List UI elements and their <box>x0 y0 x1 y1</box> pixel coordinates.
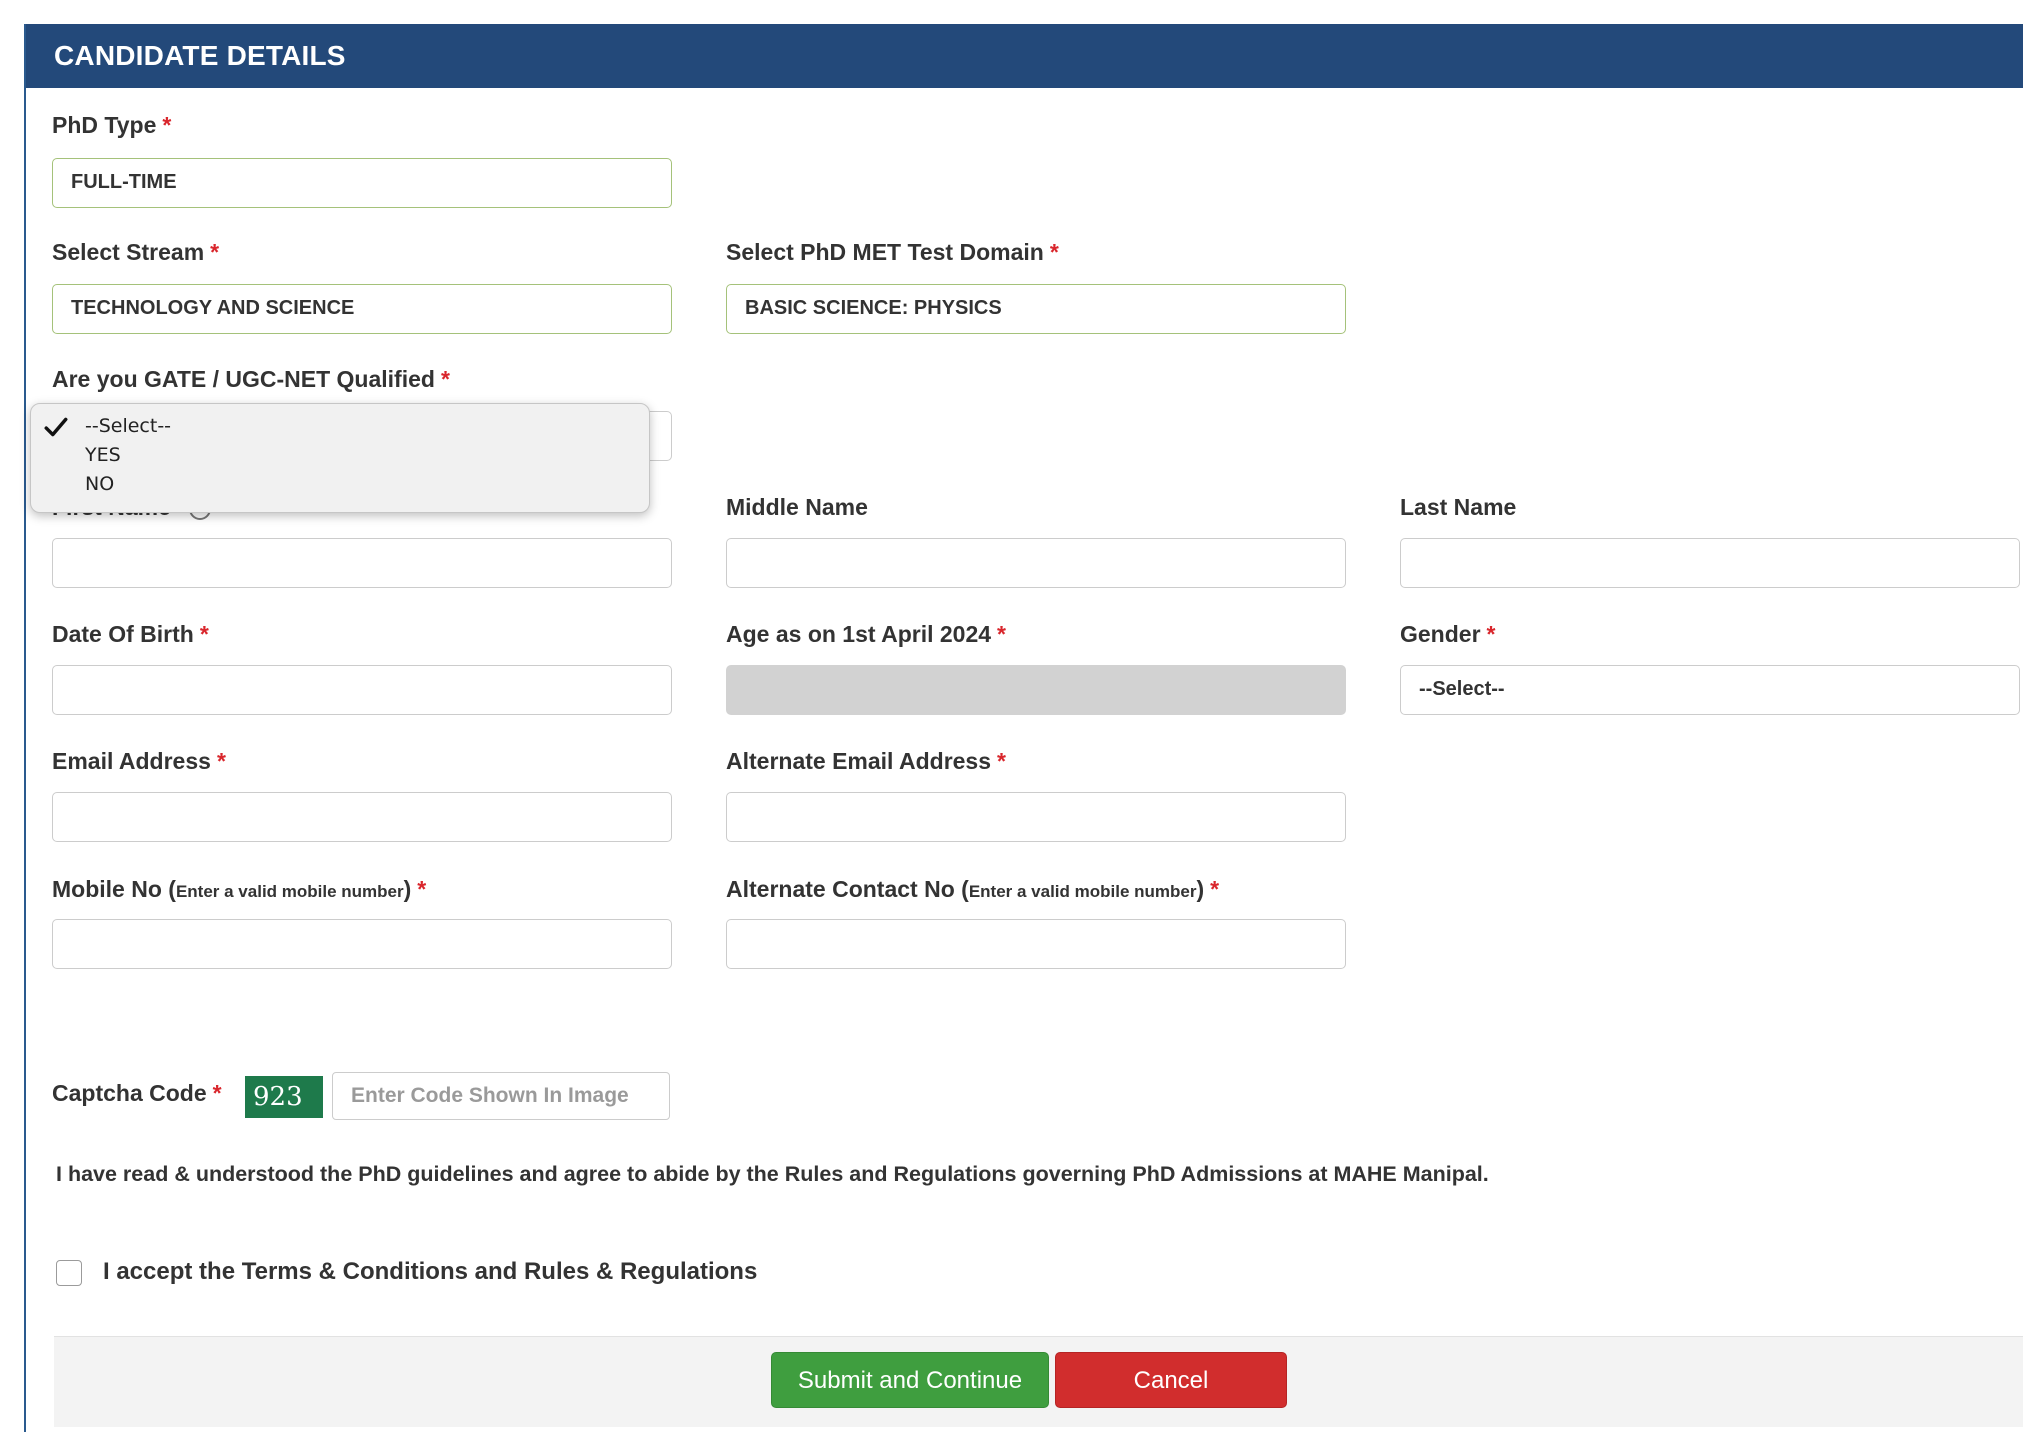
cancel-button[interactable]: Cancel <box>1055 1352 1287 1408</box>
phd-type-label: PhD Type * <box>52 112 172 138</box>
required-marker: * <box>162 112 172 138</box>
mobile-label: Mobile No (Enter a valid mobile number) * <box>52 876 427 902</box>
checkmark-icon <box>44 417 68 437</box>
gate-option-yes[interactable]: YES <box>85 441 121 469</box>
required-marker: * <box>997 621 1006 647</box>
alt-contact-input[interactable] <box>726 919 1346 969</box>
gate-option-select[interactable]: --Select-- <box>85 412 171 440</box>
submit-button[interactable]: Submit and Continue <box>771 1352 1049 1408</box>
required-marker: * <box>1049 239 1059 265</box>
required-marker: * <box>997 748 1006 774</box>
alt-email-input[interactable] <box>726 792 1346 842</box>
section-header: CANDIDATE DETAILS <box>26 24 2023 88</box>
mobile-hint: Enter a valid mobile number <box>175 882 404 901</box>
required-marker: * <box>212 1080 222 1106</box>
stream-select[interactable]: TECHNOLOGY AND SCIENCE <box>52 284 672 334</box>
required-marker: * <box>1210 876 1220 902</box>
email-input[interactable] <box>52 792 672 842</box>
captcha-image: 923 <box>245 1076 323 1118</box>
middle-name-label: Middle Name <box>726 494 868 520</box>
captcha-input[interactable] <box>332 1072 670 1120</box>
first-name-input[interactable] <box>52 538 672 588</box>
gender-label: Gender * <box>1400 621 1496 647</box>
alt-contact-hint: Enter a valid mobile number <box>968 882 1197 901</box>
dob-label: Date Of Birth * <box>52 621 209 647</box>
gate-dropdown-menu: --Select-- YES NO <box>30 403 650 513</box>
test-domain-select[interactable]: BASIC SCIENCE: PHYSICS <box>726 284 1346 334</box>
required-marker: * <box>210 239 220 265</box>
gate-option-no[interactable]: NO <box>85 470 114 498</box>
required-marker: * <box>440 366 450 392</box>
guidelines-note: I have read & understood the PhD guideli… <box>56 1162 1489 1186</box>
required-marker: * <box>1486 621 1496 647</box>
required-marker: * <box>199 621 209 647</box>
gender-select[interactable]: --Select-- <box>1400 665 2020 715</box>
middle-name-input[interactable] <box>726 538 1346 588</box>
last-name-label: Last Name <box>1400 494 1517 520</box>
terms-checkbox[interactable] <box>56 1260 82 1286</box>
last-name-input[interactable] <box>1400 538 2020 588</box>
phd-type-field[interactable]: FULL-TIME <box>52 158 672 208</box>
alt-email-label: Alternate Email Address * <box>726 748 1006 774</box>
required-marker: * <box>216 748 226 774</box>
alt-contact-label: Alternate Contact No (Enter a valid mobi… <box>726 876 1220 902</box>
age-input <box>726 665 1346 715</box>
email-label: Email Address * <box>52 748 226 774</box>
terms-label: I accept the Terms & Conditions and Rule… <box>103 1258 758 1285</box>
candidate-details-panel: CANDIDATE DETAILS PhD Type * FULL-TIME Se… <box>24 24 2023 1432</box>
age-label: Age as on 1st April 2024 * <box>726 621 1006 647</box>
mobile-input[interactable] <box>52 919 672 969</box>
required-marker: * <box>417 876 427 902</box>
dob-input[interactable] <box>52 665 672 715</box>
test-domain-label: Select PhD MET Test Domain * <box>726 239 1059 265</box>
stream-label: Select Stream * <box>52 239 220 265</box>
captcha-label: Captcha Code * <box>52 1080 222 1106</box>
gate-label: Are you GATE / UGC-NET Qualified * <box>52 366 450 392</box>
